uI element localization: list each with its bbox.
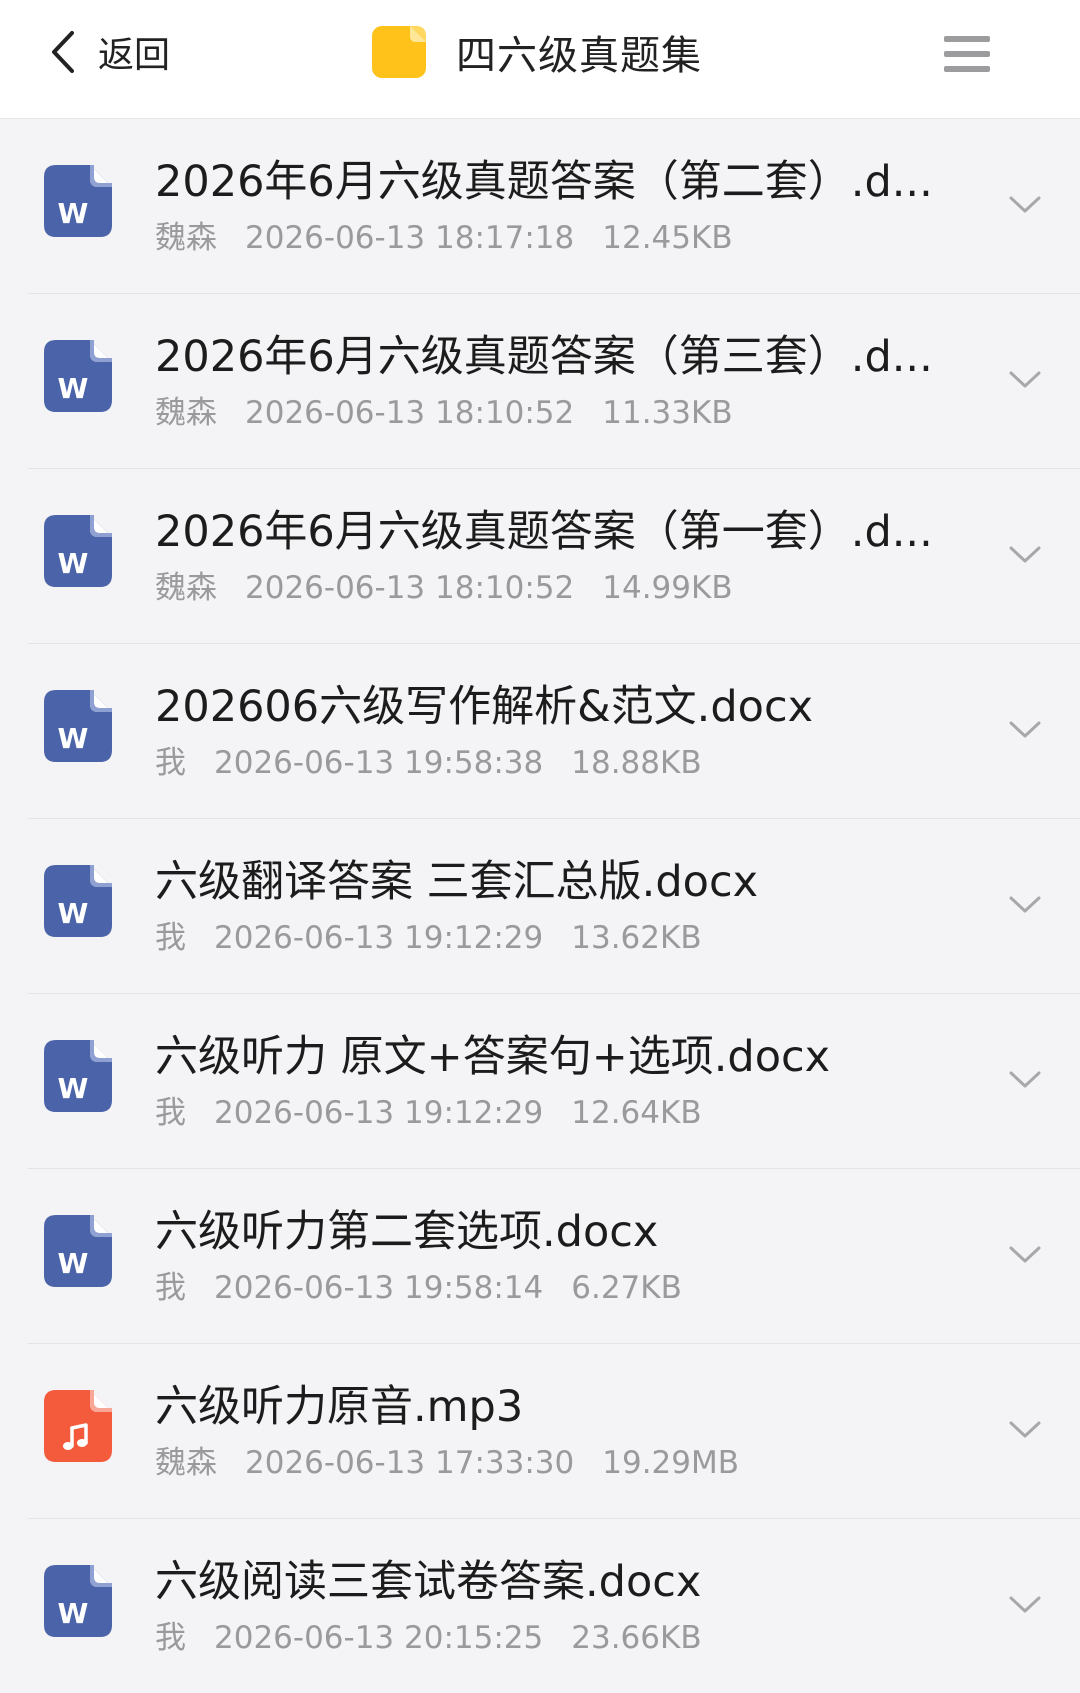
file-size: 23.66KB <box>571 1620 702 1656</box>
file-row[interactable]: W 202606六级写作解析&范文.docx 我 2026-06-13 19:58… <box>0 643 1080 818</box>
chevron-down-icon[interactable] <box>1008 1244 1042 1266</box>
file-meta: 我 2026-06-13 19:12:29 13.62KB <box>155 918 730 958</box>
file-name: 2026年6月六级真题答案（第二套）.d... <box>155 157 933 207</box>
file-time: 2026-06-13 17:33:30 <box>245 1445 575 1481</box>
svg-text:W: W <box>58 1247 89 1280</box>
file-size: 12.64KB <box>571 1095 702 1131</box>
back-label: 返回 <box>98 35 171 76</box>
chevron-down-icon[interactable] <box>1008 1594 1042 1616</box>
file-size: 19.29MB <box>602 1445 740 1481</box>
file-time: 2026-06-13 19:12:29 <box>214 1095 544 1131</box>
file-size: 14.99KB <box>602 570 733 606</box>
page-title: 四六级真题集 <box>456 33 702 79</box>
word-icon: W <box>42 1563 114 1639</box>
file-row[interactable]: W 六级听力第二套选项.docx 我 2026-06-13 19:58:14 6.2… <box>0 1168 1080 1343</box>
file-owner: 我 <box>155 1620 186 1656</box>
file-meta: 我 2026-06-13 20:15:25 23.66KB <box>155 1618 730 1658</box>
file-row[interactable]: W 六级阅读三套试卷答案.docx 我 2026-06-13 20:15:25 23… <box>0 1518 1080 1693</box>
svg-text:W: W <box>58 372 89 405</box>
file-size: 12.45KB <box>602 220 733 256</box>
audio-icon <box>42 1388 114 1464</box>
file-size: 18.88KB <box>571 745 702 781</box>
file-list: W 2026年6月六级真题答案（第二套）.d... 魏森 2026-06-13 1… <box>0 118 1080 1693</box>
svg-text:W: W <box>58 1072 89 1105</box>
chevron-down-icon[interactable] <box>1008 719 1042 741</box>
file-size: 6.27KB <box>571 1270 682 1306</box>
svg-text:W: W <box>58 897 89 930</box>
file-meta: 魏森 2026-06-13 18:17:18 12.45KB <box>155 218 761 258</box>
file-owner: 魏森 <box>155 570 217 606</box>
top-bar: 返回 四六级真题集 <box>0 0 1080 119</box>
word-icon: W <box>42 688 114 764</box>
file-row[interactable]: W 六级听力 原文+答案句+选项.docx 我 2026-06-13 19:12:… <box>0 993 1080 1168</box>
file-time: 2026-06-13 19:12:29 <box>214 920 544 956</box>
title-area: 四六级真题集 <box>370 22 702 82</box>
chevron-down-icon[interactable] <box>1008 369 1042 391</box>
file-name: 六级翻译答案 三套汇总版.docx <box>155 857 759 907</box>
file-owner: 魏森 <box>155 1445 217 1481</box>
file-row[interactable]: W 2026年6月六级真题答案（第三套）.d... 魏森 2026-06-13 1… <box>0 293 1080 468</box>
file-meta: 魏森 2026-06-13 17:33:30 19.29MB <box>155 1443 767 1483</box>
file-name: 六级听力第二套选项.docx <box>155 1207 659 1257</box>
file-row[interactable]: 六级听力原音.mp3 魏森 2026-06-13 17:33:30 19.29MB <box>0 1343 1080 1518</box>
word-icon: W <box>42 163 114 239</box>
file-meta: 魏森 2026-06-13 18:10:52 14.99KB <box>155 568 761 608</box>
svg-text:W: W <box>58 547 89 580</box>
file-meta: 魏森 2026-06-13 18:10:52 11.33KB <box>155 393 761 433</box>
word-icon: W <box>42 863 114 939</box>
file-name: 2026年6月六级真题答案（第三套）.d... <box>155 332 933 382</box>
file-name: 2026年6月六级真题答案（第一套）.d... <box>155 507 933 557</box>
chevron-left-icon <box>50 30 76 74</box>
file-time: 2026-06-13 19:58:38 <box>214 745 544 781</box>
file-time: 2026-06-13 18:17:18 <box>245 220 575 256</box>
svg-text:W: W <box>58 197 89 230</box>
file-time: 2026-06-13 18:10:52 <box>245 570 575 606</box>
file-owner: 我 <box>155 920 186 956</box>
file-owner: 魏森 <box>155 220 217 256</box>
file-row[interactable]: W 2026年6月六级真题答案（第二套）.d... 魏森 2026-06-13 1… <box>0 118 1080 293</box>
file-time: 2026-06-13 18:10:52 <box>245 395 575 431</box>
file-owner: 魏森 <box>155 395 217 431</box>
file-row[interactable]: W 2026年6月六级真题答案（第一套）.d... 魏森 2026-06-13 1… <box>0 468 1080 643</box>
file-name: 六级听力 原文+答案句+选项.docx <box>155 1032 831 1082</box>
file-row[interactable]: W 六级翻译答案 三套汇总版.docx 我 2026-06-13 19:12:29… <box>0 818 1080 993</box>
svg-text:W: W <box>58 722 89 755</box>
chevron-down-icon[interactable] <box>1008 194 1042 216</box>
file-owner: 我 <box>155 1270 186 1306</box>
chevron-down-icon[interactable] <box>1008 1069 1042 1091</box>
chevron-down-icon[interactable] <box>1008 544 1042 566</box>
file-meta: 我 2026-06-13 19:58:14 6.27KB <box>155 1268 710 1308</box>
folder-icon <box>370 24 428 80</box>
word-icon: W <box>42 338 114 414</box>
file-owner: 我 <box>155 745 186 781</box>
file-owner: 我 <box>155 1095 186 1131</box>
file-size: 11.33KB <box>602 395 733 431</box>
file-size: 13.62KB <box>571 920 702 956</box>
svg-text:W: W <box>58 1597 89 1630</box>
word-icon: W <box>42 1213 114 1289</box>
word-icon: W <box>42 513 114 589</box>
file-name: 202606六级写作解析&范文.docx <box>155 682 814 732</box>
word-icon: W <box>42 1038 114 1114</box>
menu-icon[interactable] <box>942 32 992 76</box>
back-button[interactable]: 返回 <box>50 24 170 80</box>
file-time: 2026-06-13 19:58:14 <box>214 1270 544 1306</box>
chevron-down-icon[interactable] <box>1008 1419 1042 1441</box>
file-time: 2026-06-13 20:15:25 <box>214 1620 544 1656</box>
file-name: 六级听力原音.mp3 <box>155 1382 524 1432</box>
file-meta: 我 2026-06-13 19:58:38 18.88KB <box>155 743 730 783</box>
file-name: 六级阅读三套试卷答案.docx <box>155 1557 702 1607</box>
chevron-down-icon[interactable] <box>1008 894 1042 916</box>
file-meta: 我 2026-06-13 19:12:29 12.64KB <box>155 1093 730 1133</box>
